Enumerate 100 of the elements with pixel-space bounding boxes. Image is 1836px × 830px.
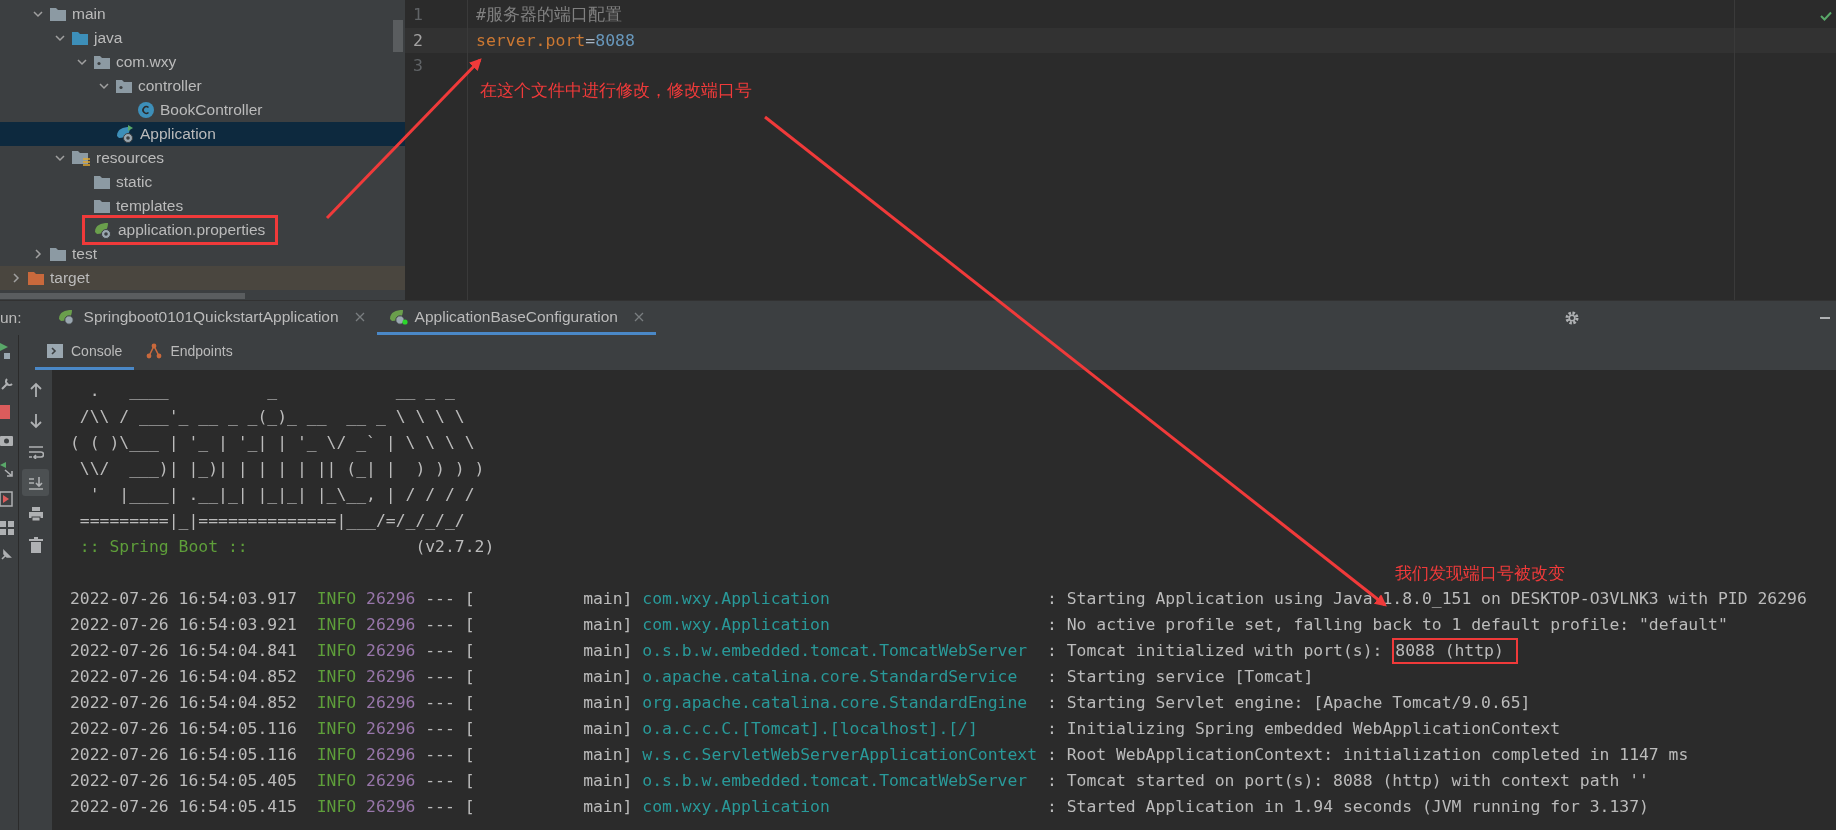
log-message: : Root WebApplicationContext: initialization completed in 1147 ms — [1046, 744, 1689, 766]
log-logger: o.s.b.w.embedded.tomcat.TomcatWebServer — [642, 640, 1029, 662]
banner-line: . ____ _ __ _ _ — [88, 380, 456, 402]
log-pid: 26296 — [366, 666, 416, 688]
tree-item-label: Application — [140, 125, 216, 143]
log-timestamp: 2022-07-26 16:54:03.921 — [70, 614, 297, 636]
tree-item[interactable]: target — [0, 266, 405, 290]
log-separator: --- — [425, 770, 455, 792]
folder-icon — [71, 30, 89, 46]
log-timestamp: 2022-07-26 16:54:03.917 — [70, 588, 297, 610]
pin-icon[interactable] — [0, 549, 12, 561]
log-level: INFO — [316, 666, 357, 688]
banner-line: \\/ ___)| |_)| | | | | || (_| | ) ) ) ) — [78, 458, 486, 480]
banner-line: /\\ / ___'_ __ _ _(_)_ __ __ _ \ \ \ \ — [78, 406, 466, 428]
chevron-icon[interactable] — [98, 80, 110, 92]
log-pid: 26296 — [366, 796, 416, 818]
log-separator: --- — [425, 640, 455, 662]
log-separator: --- — [425, 614, 455, 636]
log-pid: 26296 — [366, 588, 416, 610]
tree-item-label: java — [94, 29, 123, 47]
chevron-icon[interactable] — [10, 272, 22, 284]
banner-line: ( ( )\___ | '_ | '_| | '_ \/ _` | \ \ \ \ — [70, 432, 476, 454]
chevron-icon[interactable] — [76, 56, 88, 68]
log-thread: [ main] — [464, 692, 633, 714]
folder-icon — [27, 270, 45, 286]
minimize-icon[interactable] — [1820, 316, 1830, 320]
toolbar-button[interactable] — [22, 469, 49, 496]
package-icon — [93, 54, 111, 70]
log-level: INFO — [316, 770, 357, 792]
tree-item[interactable]: controller — [0, 74, 405, 98]
scrollbar-thumb[interactable] — [393, 20, 403, 52]
log-thread: [ main] — [464, 640, 633, 662]
line-number: 3 — [412, 55, 424, 78]
tree-item[interactable]: com.wxy — [0, 50, 405, 74]
log-message: : Starting Servlet engine: [Apache Tomcat/9.0.65] — [1046, 692, 1531, 714]
tree-item[interactable]: BookController — [0, 98, 405, 122]
folder-icon — [49, 6, 67, 22]
scrollbar-thumb[interactable] — [0, 293, 245, 299]
log-message: : Initializing Spring embedded WebApplicationContext — [1046, 718, 1561, 740]
log-timestamp: 2022-07-26 16:54:05.405 — [70, 770, 297, 792]
log-thread: [ main] — [464, 588, 633, 610]
tree-item[interactable]: java — [0, 26, 405, 50]
log-logger: o.a.c.c.C.[Tomcat].[localhost].[/] — [642, 718, 979, 740]
log-separator: --- — [425, 744, 455, 766]
code-token: server.port — [476, 30, 586, 50]
tree-item[interactable]: resources — [0, 146, 405, 170]
log-separator: --- — [425, 666, 455, 688]
exit-icon[interactable] — [0, 491, 14, 507]
version-label: (v2.7.2) — [415, 536, 495, 558]
banner-line: =========|_|==============|___/=/_/_/_/ — [78, 510, 466, 532]
log-timestamp: 2022-07-26 16:54:05.415 — [70, 796, 297, 818]
log-pid: 26296 — [366, 718, 416, 740]
tree-item[interactable]: templates — [0, 194, 405, 218]
console-tab[interactable]: Console — [35, 335, 135, 370]
banner-line: ' |____| .__|_| |_|_| |_\__, | / / / / — [88, 484, 476, 506]
run-label: un: — [0, 309, 22, 327]
chevron-icon[interactable] — [32, 8, 44, 20]
log-logger: com.wxy.Application — [642, 796, 831, 818]
tree-item[interactable]: main — [0, 2, 405, 26]
chevron-icon[interactable] — [54, 152, 66, 164]
chevron-icon[interactable] — [54, 32, 66, 44]
highlighted-port: 8088 (http) — [1392, 638, 1518, 664]
printer-icon — [27, 505, 44, 522]
log-level: INFO — [316, 744, 357, 766]
log-thread: [ main] — [464, 666, 633, 688]
terminal-icon — [47, 344, 63, 358]
tree-item-label: templates — [116, 197, 184, 215]
run-tab[interactable]: Springboot0101QuickstartApplication — [45, 301, 377, 335]
class-icon — [137, 101, 155, 119]
tree-item-label: target — [50, 269, 90, 287]
log-thread: [ main] — [464, 718, 633, 740]
log-level: INFO — [316, 692, 357, 714]
wrench-icon[interactable] — [0, 377, 14, 391]
tree-item[interactable]: test — [0, 242, 405, 266]
resources-folder-icon — [71, 149, 91, 167]
tree-item-label: com.wxy — [116, 53, 177, 71]
trash-icon — [28, 536, 43, 553]
tree-item-label: BookController — [160, 101, 263, 119]
log-message: : Tomcat started on port(s): 8088 (http) with context path '' — [1046, 770, 1649, 792]
log-logger: w.s.c.ServletWebServerApplicationContext — [642, 744, 1038, 766]
code-token: #服务器的端口配置 — [476, 5, 622, 24]
log-separator: --- — [425, 692, 455, 714]
tree-item[interactable]: static — [0, 170, 405, 194]
folder-icon — [49, 246, 67, 262]
log-message: : Starting service [Tomcat] — [1046, 666, 1314, 688]
chevron-icon[interactable] — [32, 248, 44, 260]
log-message: : No active profile set, falling back to 1 default profile: "default" — [1046, 614, 1728, 636]
close-icon[interactable] — [633, 311, 644, 322]
log-logger: o.apache.catalina.core.StandardService — [642, 666, 1019, 688]
layout-icon[interactable] — [0, 521, 14, 535]
log-thread: [ main] — [464, 614, 633, 636]
settings-icon[interactable] — [1564, 310, 1580, 326]
close-icon[interactable] — [354, 311, 365, 322]
tree-item[interactable]: Application — [0, 122, 405, 146]
tree-item-label: controller — [138, 77, 202, 95]
console-tab[interactable]: Endpoints — [134, 335, 245, 370]
log-timestamp: 2022-07-26 16:54:05.116 — [70, 718, 297, 740]
camera-icon[interactable] — [0, 433, 14, 447]
spring-leaf-icon — [115, 124, 135, 144]
stop-icon[interactable] — [0, 405, 12, 419]
